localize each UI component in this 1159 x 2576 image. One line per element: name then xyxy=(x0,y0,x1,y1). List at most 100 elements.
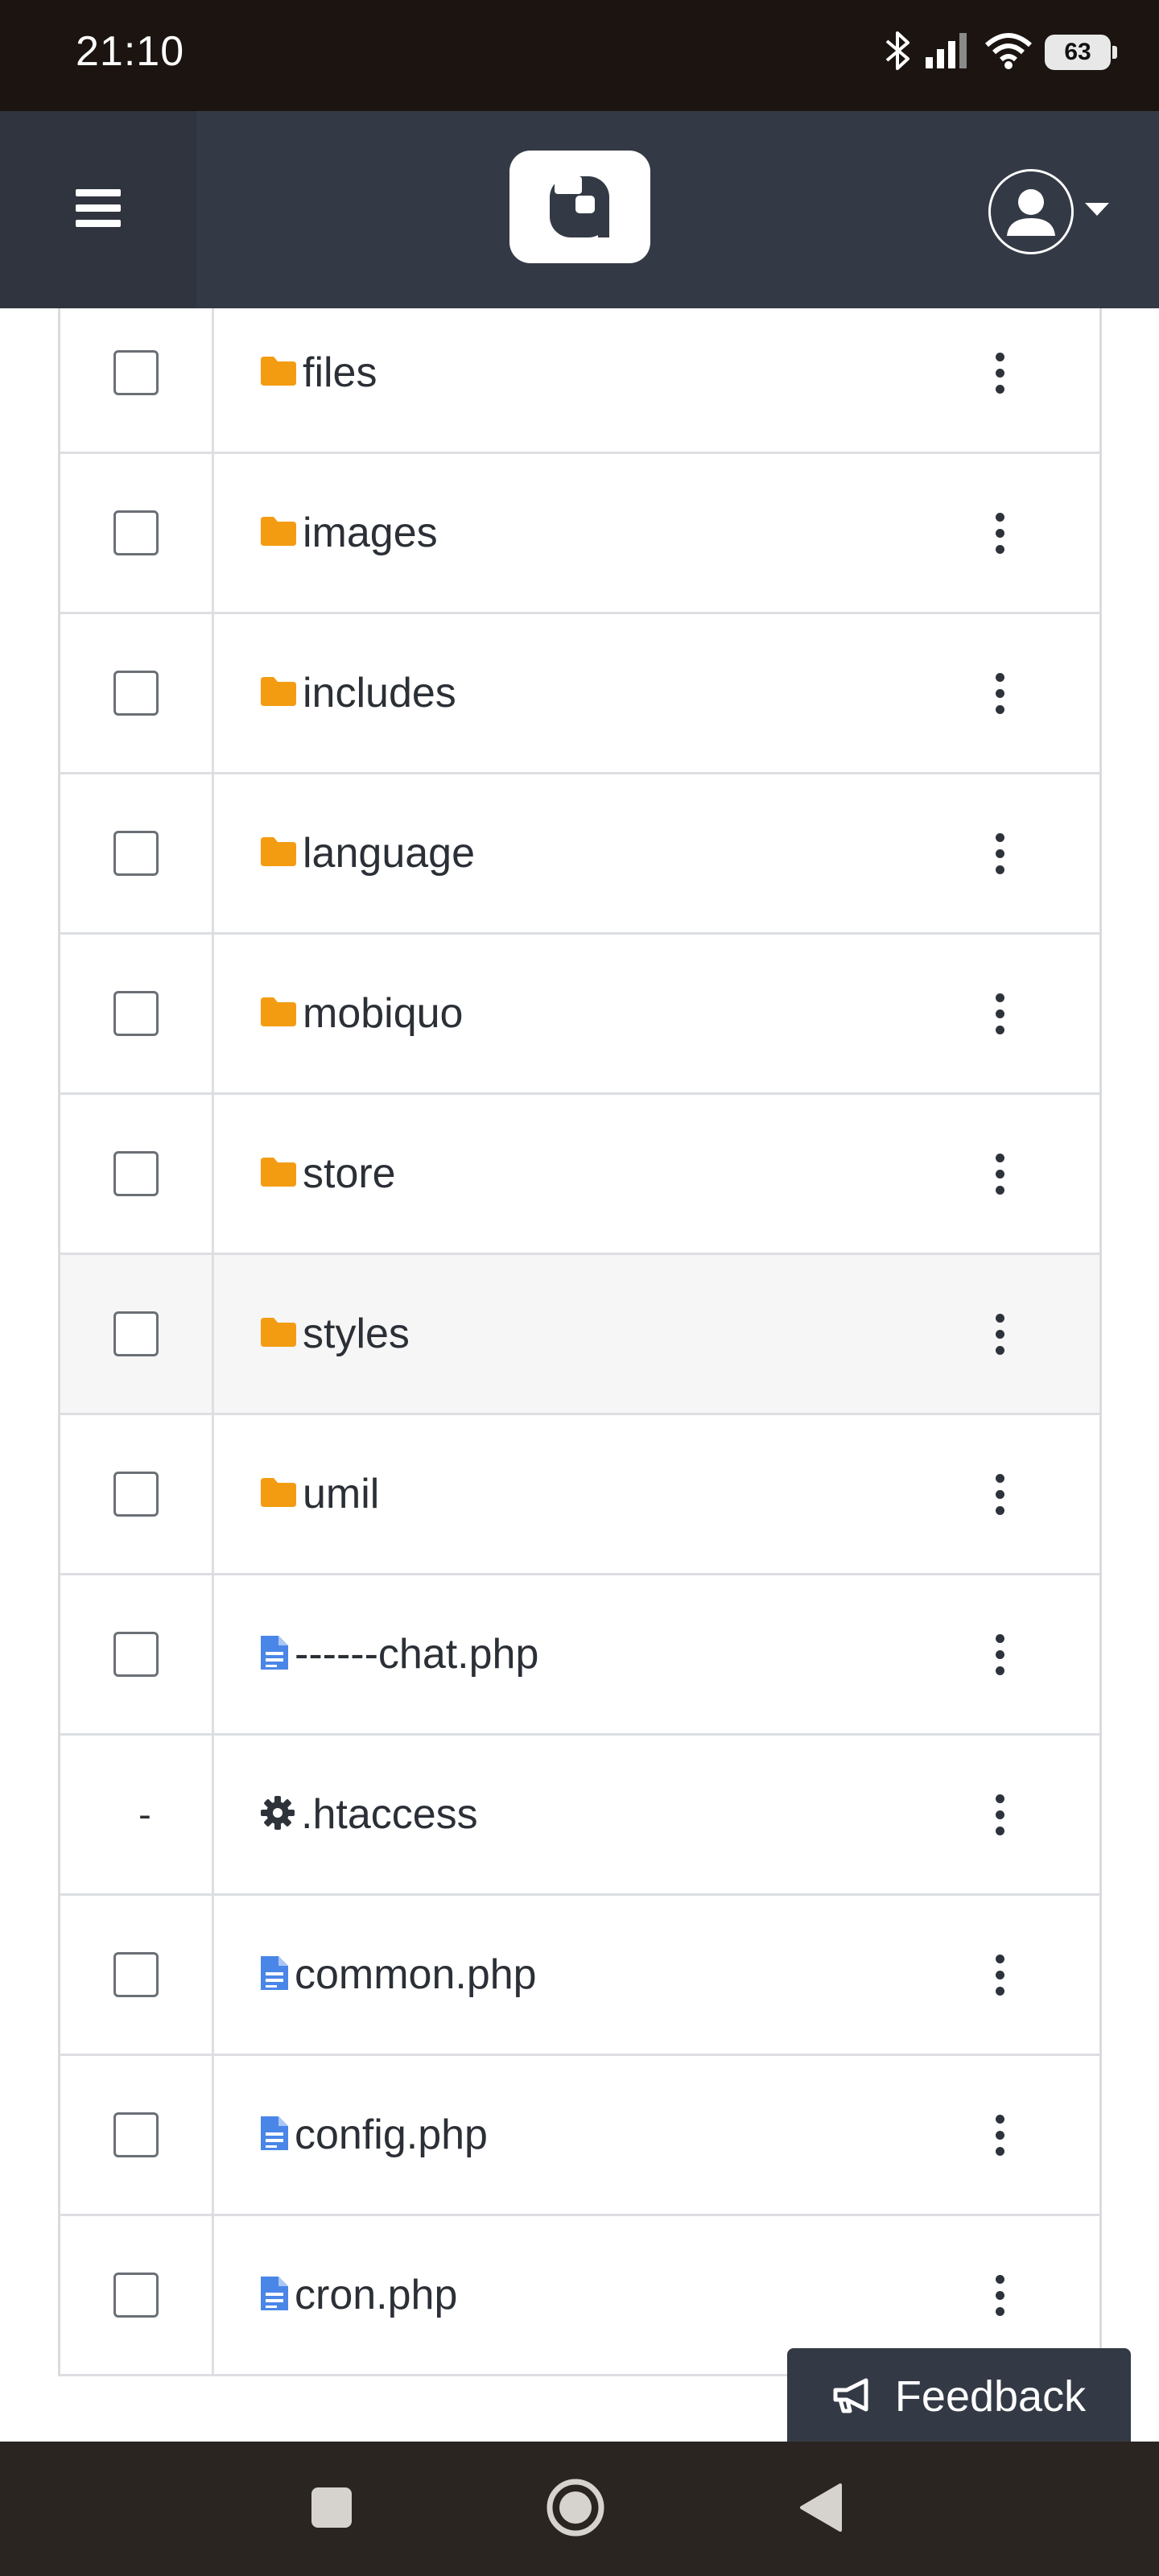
caret-down-icon xyxy=(1085,203,1109,221)
row-actions-kebab-icon[interactable] xyxy=(984,501,1016,565)
select-cell xyxy=(60,1896,214,2054)
row-actions-kebab-icon[interactable] xyxy=(984,1942,1016,2007)
row-checkbox[interactable] xyxy=(113,2273,159,2318)
row-checkbox[interactable] xyxy=(113,2112,159,2157)
file-row[interactable]: images xyxy=(60,454,1099,614)
row-actions-kebab-icon[interactable] xyxy=(984,981,1016,1046)
row-actions-kebab-icon[interactable] xyxy=(984,2263,1016,2327)
kebab-dot xyxy=(995,2146,1004,2156)
name-cell: mobiquo xyxy=(214,935,1099,1092)
kebab-dot xyxy=(995,2290,1004,2300)
status-bar: 21:10 63 xyxy=(0,0,1159,111)
app-logo[interactable] xyxy=(509,151,650,263)
name-cell: styles xyxy=(214,1255,1099,1413)
file-row[interactable]: umil xyxy=(60,1415,1099,1575)
row-actions-kebab-icon[interactable] xyxy=(984,2103,1016,2167)
row-checkbox[interactable] xyxy=(113,1952,159,1997)
back-button[interactable] xyxy=(756,2442,885,2576)
kebab-dot xyxy=(995,1794,1004,1803)
folder-name[interactable]: includes xyxy=(303,669,456,717)
select-cell xyxy=(60,774,214,932)
row-checkbox[interactable] xyxy=(113,1472,159,1517)
kebab-dot xyxy=(995,1970,1004,1979)
megaphone-icon xyxy=(832,2376,874,2417)
kebab-dot xyxy=(995,1489,1004,1499)
row-checkbox[interactable] xyxy=(113,1151,159,1196)
folder-name[interactable]: mobiquo xyxy=(303,989,463,1038)
row-checkbox[interactable] xyxy=(113,671,159,716)
select-cell xyxy=(60,1255,214,1413)
row-actions-kebab-icon[interactable] xyxy=(984,1141,1016,1206)
folder-name[interactable]: language xyxy=(303,829,475,877)
kebab-dot xyxy=(995,1153,1004,1162)
kebab-dot xyxy=(995,512,1004,522)
row-actions-kebab-icon[interactable] xyxy=(984,821,1016,886)
row-actions-kebab-icon[interactable] xyxy=(984,1462,1016,1526)
folder-name[interactable]: styles xyxy=(303,1310,410,1358)
folder-icon xyxy=(259,996,298,1031)
file-row[interactable]: language xyxy=(60,774,1099,935)
folder-name[interactable]: images xyxy=(303,509,438,557)
file-name[interactable]: ------chat.php xyxy=(295,1630,538,1678)
recents-button[interactable] xyxy=(267,2442,396,2576)
folder-name[interactable]: files xyxy=(303,349,377,397)
file-name[interactable]: cron.php xyxy=(295,2271,457,2319)
select-cell xyxy=(60,2216,214,2374)
row-checkbox[interactable] xyxy=(113,1311,159,1356)
name-cell: images xyxy=(214,454,1099,612)
row-actions-kebab-icon[interactable] xyxy=(984,661,1016,725)
file-name[interactable]: config.php xyxy=(295,2111,488,2159)
row-actions-kebab-icon[interactable] xyxy=(984,1302,1016,1366)
row-actions-kebab-icon[interactable] xyxy=(984,1782,1016,1847)
folder-icon xyxy=(259,836,298,871)
kebab-dot xyxy=(995,1169,1004,1179)
file-row[interactable]: store xyxy=(60,1095,1099,1255)
file-name[interactable]: common.php xyxy=(295,1951,537,1999)
kebab-dot xyxy=(995,2306,1004,2316)
status-time: 21:10 xyxy=(76,28,185,75)
folder-name[interactable]: umil xyxy=(303,1470,379,1518)
kebab-dot xyxy=(995,688,1004,698)
kebab-dot xyxy=(995,2114,1004,2124)
name-cell: config.php xyxy=(214,2056,1099,2214)
file-row[interactable]: config.php xyxy=(60,2056,1099,2216)
select-cell: - xyxy=(60,1736,214,1893)
name-cell: store xyxy=(214,1095,1099,1253)
user-menu[interactable] xyxy=(988,167,1133,256)
file-name[interactable]: .htaccess xyxy=(301,1790,478,1839)
file-icon xyxy=(259,1634,290,1674)
file-row[interactable]: files xyxy=(60,308,1099,454)
select-cell xyxy=(60,454,214,612)
kebab-dot xyxy=(995,368,1004,378)
home-button[interactable] xyxy=(511,2442,640,2576)
folder-icon xyxy=(259,1316,298,1352)
menu-button[interactable] xyxy=(0,111,196,308)
kebab-dot xyxy=(995,1185,1004,1195)
row-actions-kebab-icon[interactable] xyxy=(984,341,1016,405)
kebab-dot xyxy=(995,1313,1004,1323)
kebab-dot xyxy=(995,1473,1004,1483)
kebab-dot xyxy=(995,544,1004,554)
row-checkbox[interactable] xyxy=(113,831,159,876)
file-row[interactable]: - .htaccess xyxy=(60,1736,1099,1896)
row-actions-kebab-icon[interactable] xyxy=(984,1622,1016,1686)
file-row[interactable]: mobiquo xyxy=(60,935,1099,1095)
file-row[interactable]: styles xyxy=(60,1255,1099,1415)
name-cell: umil xyxy=(214,1415,1099,1573)
file-row[interactable]: includes xyxy=(60,614,1099,774)
folder-name[interactable]: store xyxy=(303,1150,396,1198)
row-checkbox[interactable] xyxy=(113,1632,159,1677)
row-checkbox[interactable] xyxy=(113,991,159,1036)
file-table: extra-imgsfilesimagesincludeslanguagemob… xyxy=(58,308,1102,2376)
battery-icon: 63 xyxy=(1045,35,1117,70)
kebab-dot xyxy=(995,2130,1004,2140)
row-checkbox[interactable] xyxy=(113,510,159,555)
user-avatar-icon xyxy=(988,169,1074,254)
battery-level: 63 xyxy=(1064,39,1091,65)
file-row[interactable]: ------chat.php xyxy=(60,1575,1099,1736)
row-checkbox[interactable] xyxy=(113,350,159,395)
feedback-button[interactable]: Feedback xyxy=(787,2348,1131,2445)
name-cell: common.php xyxy=(214,1896,1099,2054)
folder-icon xyxy=(259,1156,298,1191)
file-row[interactable]: common.php xyxy=(60,1896,1099,2056)
